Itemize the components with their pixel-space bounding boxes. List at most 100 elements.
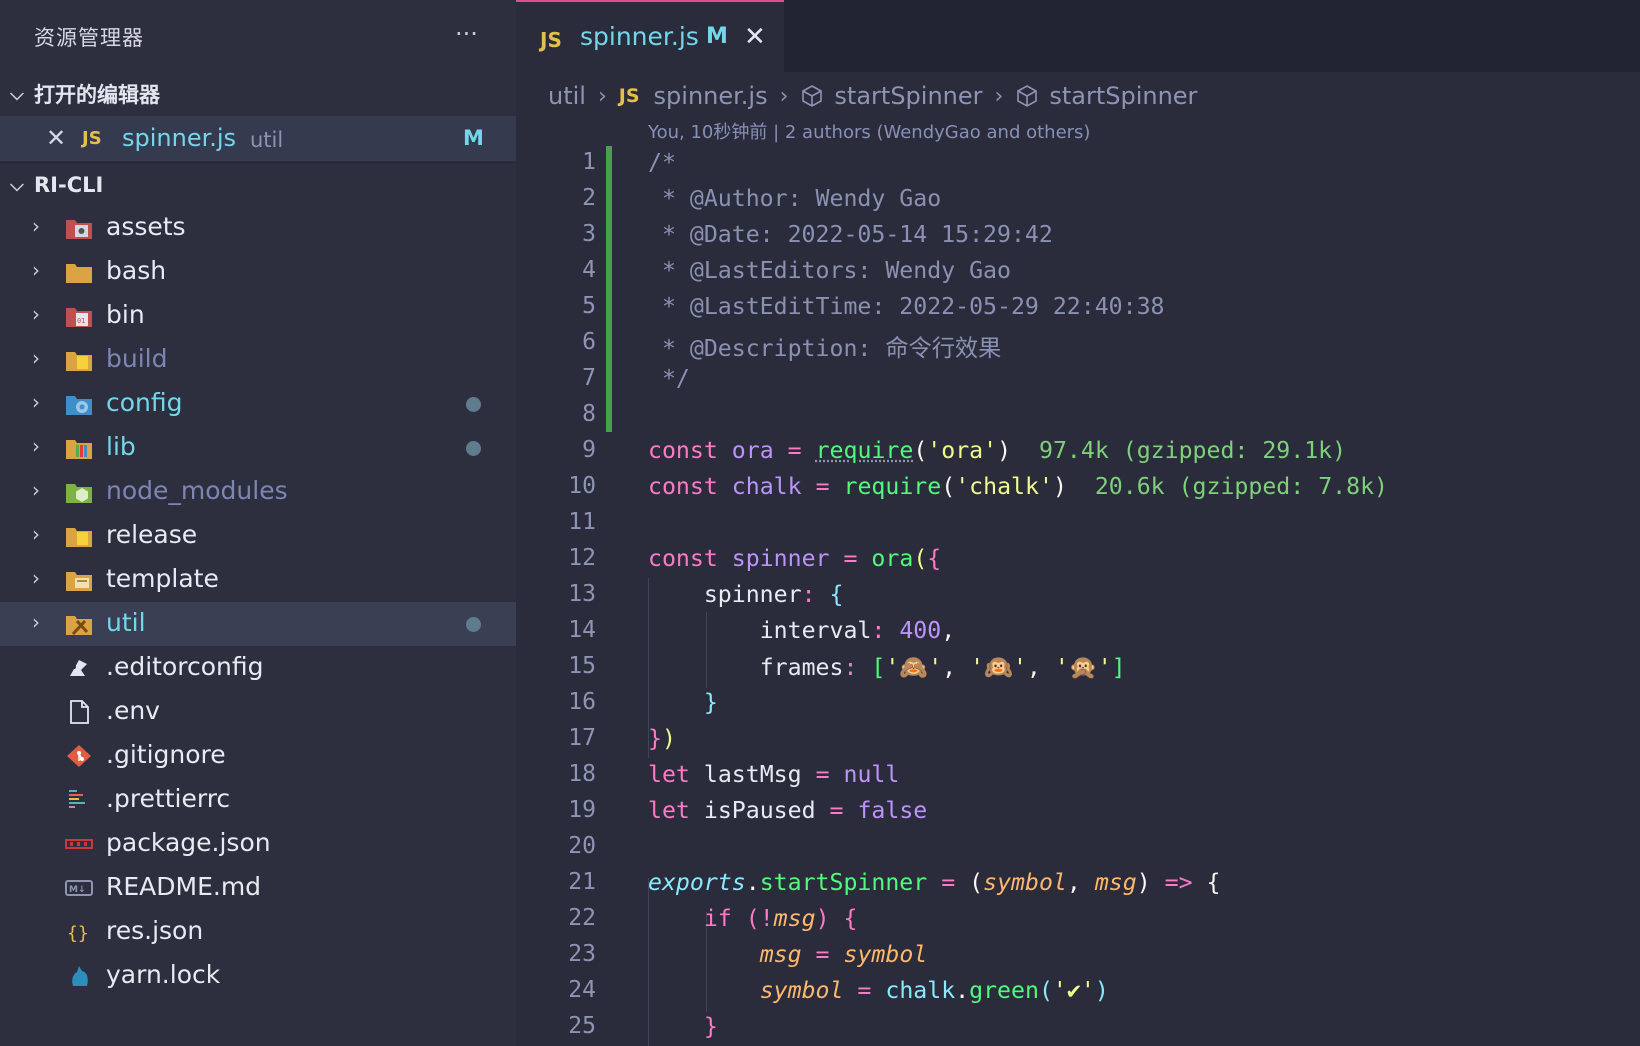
breadcrumb-item[interactable]: startSpinner — [834, 82, 982, 110]
tree-item-env[interactable]: .env — [0, 690, 516, 734]
modified-dot — [466, 441, 481, 456]
line-number: 16 — [568, 689, 596, 715]
code-line: 23 msg = symbol — [516, 938, 1640, 974]
line-number: 4 — [582, 257, 596, 283]
code-text: } — [703, 689, 718, 716]
chevron-right-icon: › — [32, 258, 40, 282]
line-number: 15 — [568, 653, 596, 679]
tree-item-gitignore[interactable]: .gitignore — [0, 734, 516, 778]
more-actions-icon[interactable]: ··· — [455, 20, 478, 48]
code-line: 17}) — [516, 722, 1640, 758]
tree-item-bin[interactable]: › 01 bin — [0, 294, 516, 338]
tree-item-build[interactable]: › build — [0, 338, 516, 382]
yarn-icon — [72, 966, 88, 986]
lib-folder-icon — [66, 440, 92, 459]
line-number: 5 — [582, 293, 596, 319]
code-text: let isPaused = false — [648, 797, 928, 824]
tab-spinner-js[interactable]: JS spinner.js M ✕ — [516, 0, 784, 72]
project-header[interactable]: ⌵ RI-CLI — [0, 162, 516, 207]
svg-text:01: 01 — [77, 317, 85, 325]
tree-item-readme[interactable]: M↓ README.md — [0, 866, 516, 910]
code-line: 10 const chalk = require('chalk') 20.6k (… — [516, 470, 1640, 506]
tree-item-label: .env — [106, 696, 160, 725]
code-text: interval: 400, — [759, 617, 956, 644]
tree-item-yarn-lock[interactable]: yarn.lock — [0, 954, 516, 998]
tree-item-bash[interactable]: › bash — [0, 250, 516, 294]
code-line: 19 let isPaused = false — [516, 794, 1640, 830]
code-text: let lastMsg = null — [648, 761, 900, 788]
tree-item-package-json[interactable]: package.json — [0, 822, 516, 866]
comment: * @Date: 2022-05-14 15:29:42 — [648, 221, 1053, 248]
code-line: 21 exports.startSpinner = (symbol, msg) =… — [516, 866, 1640, 902]
code-line: 24 symbol = chalk.green('✔') — [516, 974, 1640, 1010]
comment: * @LastEditTime: 2022-05-29 22:40:38 — [648, 293, 1165, 320]
tree-item-node-modules[interactable]: › node_modules — [0, 470, 516, 514]
cube-icon — [802, 85, 823, 107]
line-number: 14 — [568, 617, 596, 643]
folder-icon — [66, 264, 92, 283]
tree-item-util[interactable]: › util — [0, 602, 516, 646]
tree-item-template[interactable]: › template — [0, 558, 516, 602]
chevron-down-icon: ⌵ — [10, 174, 24, 196]
code-text: }) — [648, 725, 676, 752]
line-number: 20 — [568, 833, 596, 859]
tree-item-assets[interactable]: › assets — [0, 206, 516, 250]
project-name: RI-CLI — [34, 173, 104, 197]
code-line: 7 */ — [516, 362, 1640, 398]
tree-item-label: config — [106, 388, 183, 417]
line-number: 21 — [568, 869, 596, 895]
tree-item-editorconfig[interactable]: .editorconfig — [0, 646, 516, 690]
code-line: 16 } — [516, 686, 1640, 722]
code-line: 8 — [516, 398, 1640, 434]
chevron-right-icon: › — [32, 610, 40, 634]
tree-item-label: bash — [106, 256, 167, 285]
code-line: 3 * @Date: 2022-05-14 15:29:42 — [516, 218, 1640, 254]
code-text: msg = symbol — [759, 941, 928, 968]
line-number: 23 — [568, 941, 596, 967]
tree-item-release[interactable]: › release — [0, 514, 516, 558]
release-folder-icon — [66, 528, 92, 547]
code-line: 1 /* — [516, 146, 1640, 182]
close-icon[interactable]: ✕ — [744, 22, 766, 52]
tree-item-res-json[interactable]: {} res.json — [0, 910, 516, 954]
tree-item-label: release — [106, 520, 198, 549]
breadcrumb-item[interactable]: util — [548, 82, 586, 110]
tree-item-label: build — [106, 344, 168, 373]
code-text: symbol = chalk.green('✔') — [759, 977, 1109, 1004]
open-editor-filename: spinner.js — [122, 124, 237, 152]
js-file-icon: JS — [540, 28, 562, 52]
line-number: 13 — [568, 581, 596, 607]
tab-bar: JS spinner.js M ✕ — [516, 0, 1640, 72]
open-editors-header[interactable]: ⌵ 打开的编辑器 — [0, 72, 516, 116]
breadcrumb-item[interactable]: startSpinner — [1049, 82, 1197, 110]
chevron-right-icon: › — [994, 83, 1004, 109]
tree-item-lib[interactable]: › lib — [0, 426, 516, 470]
code-text: frames: ['🙈', '🙉', '🙊'] — [759, 654, 1126, 681]
import-cost: 20.6k (gzipped: 7.8k) — [1094, 473, 1388, 500]
code-line: 2 * @Author: Wendy Gao — [516, 182, 1640, 218]
chevron-right-icon: › — [32, 566, 40, 590]
breadcrumb: util › JS spinner.js › startSpinner › st… — [548, 78, 1197, 114]
comment: /* — [648, 149, 676, 176]
code-line: 22 if (!msg) { — [516, 902, 1640, 938]
chevron-down-icon: ⌵ — [10, 83, 24, 105]
code-text: exports.startSpinner = (symbol, msg) => … — [648, 869, 1221, 896]
close-icon[interactable]: ✕ — [46, 124, 66, 152]
chevron-right-icon: › — [32, 522, 40, 546]
open-editor-item[interactable]: ✕ JS spinner.js util M — [0, 116, 516, 161]
chevron-right-icon: › — [32, 478, 40, 502]
git-blame-annotation[interactable]: You, 10秒钟前 | 2 authors (WendyGao and oth… — [648, 118, 1090, 144]
tree-item-config[interactable]: › config — [0, 382, 516, 426]
code-text: spinner: { — [703, 581, 844, 608]
line-number: 8 — [582, 401, 596, 427]
open-editor-dir: util — [250, 128, 284, 152]
template-folder-icon — [66, 572, 92, 591]
breadcrumb-item[interactable]: spinner.js — [654, 82, 768, 110]
line-number: 3 — [582, 221, 596, 247]
tree-item-prettierrc[interactable]: .prettierrc — [0, 778, 516, 822]
code-line: 15 frames: ['🙈', '🙉', '🙊'] — [516, 650, 1640, 686]
tree-item-label: node_modules — [106, 476, 288, 505]
tree-item-label: package.json — [106, 828, 271, 857]
code-line: 9 const ora = require('ora') 97.4k (gzipp… — [516, 434, 1640, 470]
npm-icon — [65, 839, 93, 849]
